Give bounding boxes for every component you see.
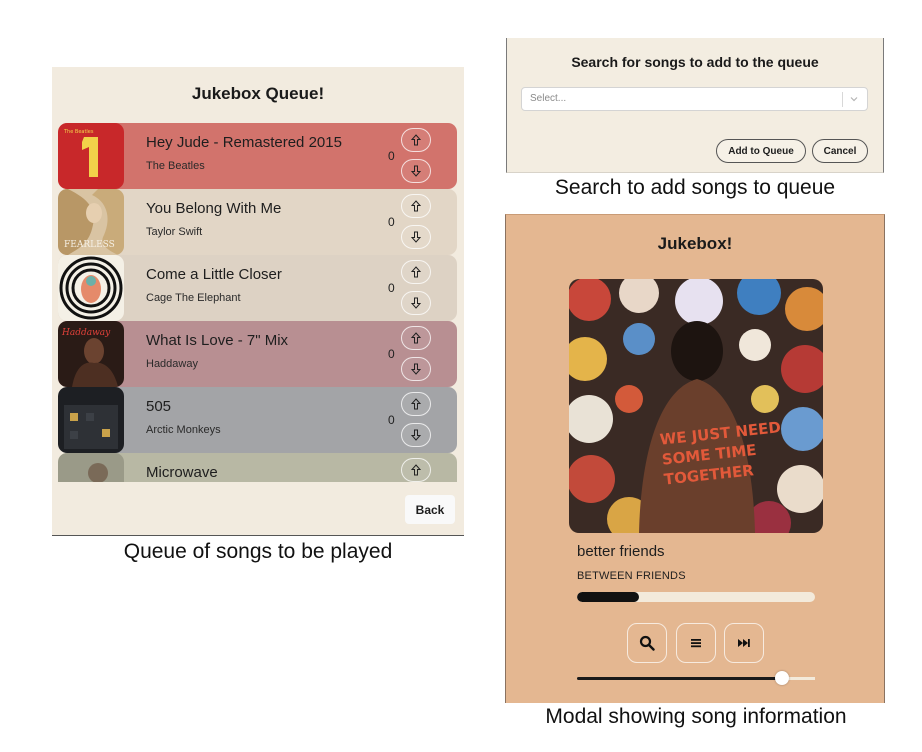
downvote-button[interactable] bbox=[401, 291, 431, 315]
upvote-button[interactable] bbox=[401, 392, 431, 416]
arrow-up-icon bbox=[411, 134, 421, 146]
arrow-down-icon bbox=[411, 231, 421, 243]
fearless-cover-icon: FEARLESS bbox=[58, 189, 124, 255]
between-friends-cover-icon: WE JUST NEED SOME TIME TOGETHER bbox=[569, 279, 823, 533]
queue-row[interactable]: Come a Little Closer Cage The Elephant 0 bbox=[58, 255, 457, 321]
progress-fill bbox=[577, 592, 639, 602]
album-art: Haddaway bbox=[58, 321, 124, 387]
arrow-up-icon bbox=[411, 266, 421, 278]
album-art bbox=[58, 453, 124, 482]
album-art bbox=[58, 255, 124, 321]
arrow-up-icon bbox=[411, 332, 421, 344]
song-title: Come a Little Closer bbox=[146, 266, 282, 283]
search-panel: Search for songs to add to the queue Sel… bbox=[506, 38, 884, 173]
downvote-button[interactable] bbox=[401, 225, 431, 249]
arrow-down-icon bbox=[411, 165, 421, 177]
queue-list-icon bbox=[691, 639, 701, 648]
add-to-queue-button[interactable]: Add to Queue bbox=[716, 139, 806, 163]
song-artist: Arctic Monkeys bbox=[146, 424, 221, 436]
volume-slider[interactable] bbox=[577, 671, 815, 685]
song-artist: The Beatles bbox=[146, 160, 205, 172]
select-separator bbox=[842, 92, 843, 107]
volume-thumb[interactable] bbox=[775, 671, 789, 685]
downvote-button[interactable] bbox=[401, 159, 431, 183]
upvote-button[interactable] bbox=[401, 458, 431, 482]
now-playing-title: better friends bbox=[577, 543, 665, 560]
caption-search: Search to add songs to queue bbox=[554, 176, 836, 199]
search-select-placeholder: Select... bbox=[530, 93, 567, 104]
downvote-button[interactable] bbox=[401, 423, 431, 447]
favourite-worst-nightmare-cover-icon bbox=[58, 387, 124, 453]
arrow-up-icon bbox=[411, 464, 421, 476]
upvote-button[interactable] bbox=[401, 128, 431, 152]
queue-row[interactable]: Microwave bbox=[58, 453, 457, 482]
downvote-button[interactable] bbox=[401, 357, 431, 381]
song-title: Hey Jude - Remastered 2015 bbox=[146, 134, 342, 151]
queue-row[interactable]: Haddaway What Is Love - 7" Mix Haddaway … bbox=[58, 321, 457, 387]
song-title: Microwave bbox=[146, 464, 218, 481]
now-playing-artist: BETWEEN FRIENDS bbox=[577, 570, 686, 582]
player-title: Jukebox! bbox=[657, 234, 733, 253]
arrow-down-icon bbox=[411, 429, 421, 441]
song-artist: Taylor Swift bbox=[146, 226, 203, 238]
svg-text:FEARLESS: FEARLESS bbox=[64, 240, 115, 250]
queue-button[interactable] bbox=[676, 623, 716, 663]
cancel-button[interactable]: Cancel bbox=[812, 139, 868, 163]
song-title: What Is Love - 7" Mix bbox=[146, 332, 289, 349]
upvote-button[interactable] bbox=[401, 194, 431, 218]
queue-row[interactable]: The Beatles Hey Jude - Remastered 2015 T… bbox=[58, 123, 457, 189]
queue-title: Jukebox Queue! bbox=[191, 84, 325, 103]
upvote-button[interactable] bbox=[401, 260, 431, 284]
haddaway-cover-icon: Haddaway bbox=[58, 321, 124, 387]
upvote-button[interactable] bbox=[401, 326, 431, 350]
svg-text:Haddaway: Haddaway bbox=[61, 328, 111, 338]
search-button[interactable] bbox=[627, 623, 667, 663]
beatles-1-cover-icon: The Beatles bbox=[58, 123, 124, 189]
queue-panel: Jukebox Queue! The Beatles Hey Jude - Re… bbox=[52, 67, 464, 536]
chevron-down-icon[interactable] bbox=[848, 93, 860, 105]
vote-count: 0 bbox=[388, 413, 395, 427]
caption-modal: Modal showing song information bbox=[545, 705, 847, 728]
vote-count: 0 bbox=[388, 281, 395, 295]
search-icon bbox=[639, 635, 655, 651]
progress-bar[interactable] bbox=[577, 592, 815, 602]
player-modal: Jukebox! WE JUST NEED SOME TIME TOGETHER… bbox=[505, 214, 885, 703]
melophobia-cover-icon bbox=[58, 255, 124, 321]
arrow-up-icon bbox=[411, 200, 421, 212]
caption-queue: Queue of songs to be played bbox=[123, 540, 393, 563]
arrow-up-icon bbox=[411, 398, 421, 410]
arrow-down-icon bbox=[411, 363, 421, 375]
album-art: FEARLESS bbox=[58, 189, 124, 255]
vote-count: 0 bbox=[388, 149, 395, 163]
back-button[interactable]: Back bbox=[405, 495, 455, 524]
queue-list[interactable]: The Beatles Hey Jude - Remastered 2015 T… bbox=[58, 123, 457, 482]
song-artist: Cage The Elephant bbox=[146, 292, 241, 304]
song-artist: Haddaway bbox=[146, 358, 198, 370]
skip-forward-icon bbox=[738, 639, 750, 647]
vote-count: 0 bbox=[388, 347, 395, 361]
album-art-large: WE JUST NEED SOME TIME TOGETHER bbox=[569, 279, 823, 533]
queue-row[interactable]: FEARLESS You Belong With Me Taylor Swift… bbox=[58, 189, 457, 255]
album-art: The Beatles bbox=[58, 123, 124, 189]
album-art bbox=[58, 387, 124, 453]
song-search-select[interactable]: Select... bbox=[521, 87, 868, 111]
vote-count: 0 bbox=[388, 215, 395, 229]
song-title: You Belong With Me bbox=[146, 200, 282, 217]
queue-row[interactable]: 505 Arctic Monkeys 0 bbox=[58, 387, 457, 453]
skip-button[interactable] bbox=[724, 623, 764, 663]
microwave-cover-icon bbox=[58, 453, 124, 482]
search-title: Search for songs to add to the queue bbox=[571, 54, 819, 70]
svg-text:The Beatles: The Beatles bbox=[63, 129, 94, 135]
arrow-down-icon bbox=[411, 297, 421, 309]
song-title: 505 bbox=[146, 398, 172, 415]
